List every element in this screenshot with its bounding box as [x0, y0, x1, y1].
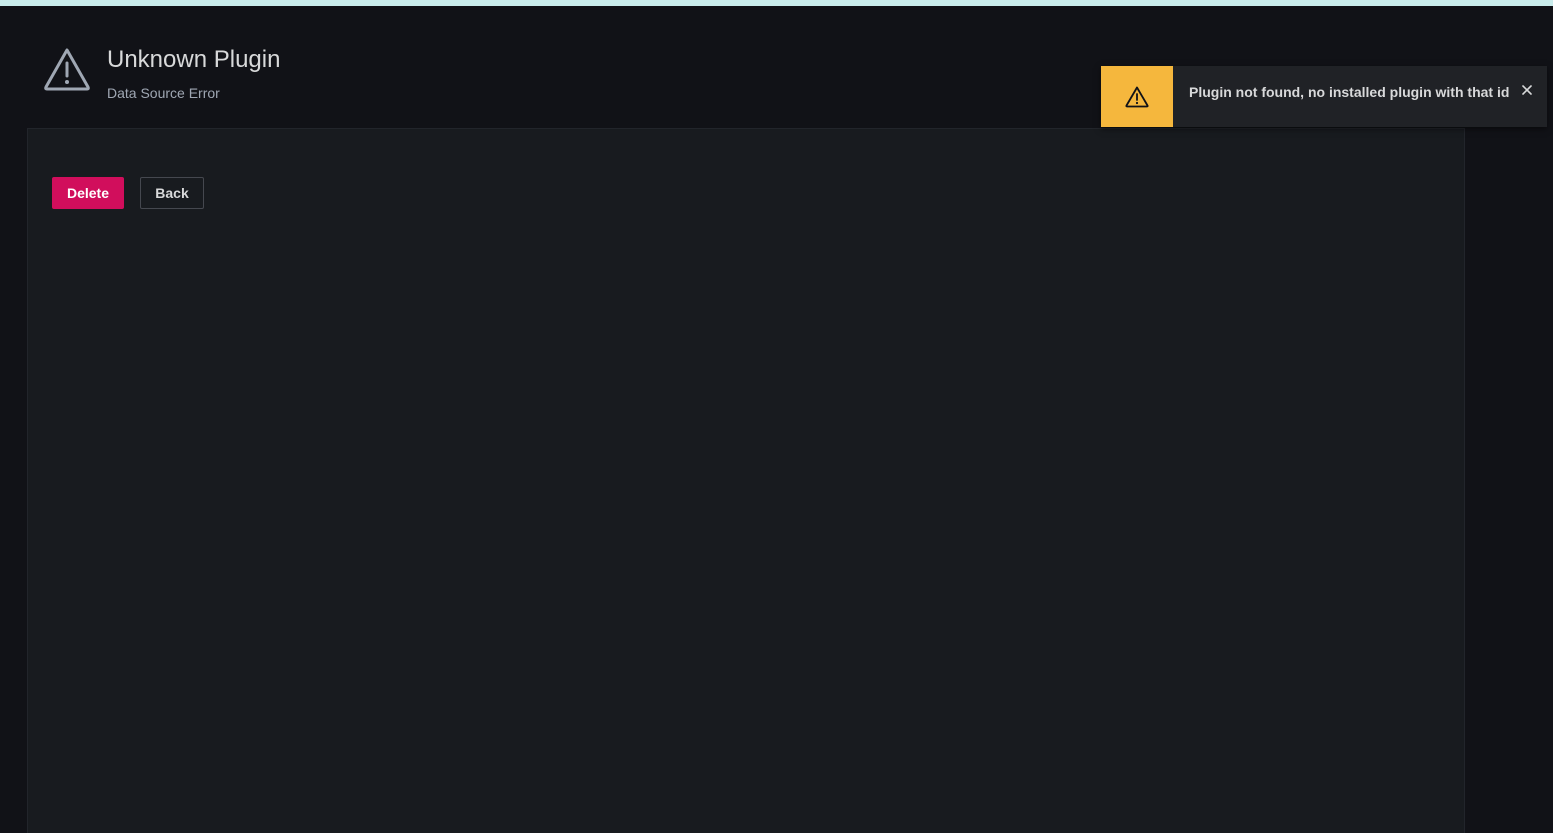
page-subtitle: Data Source Error [107, 85, 220, 101]
alert-toast: Plugin not found, no installed plugin wi… [1101, 66, 1547, 127]
close-icon[interactable] [1519, 82, 1535, 98]
page-title: Unknown Plugin [107, 46, 281, 73]
toast-icon-box [1101, 66, 1173, 127]
content-panel: Delete Back [27, 128, 1465, 833]
exclamation-triangle-icon [43, 46, 91, 94]
toast-message: Plugin not found, no installed plugin wi… [1189, 84, 1510, 100]
back-button[interactable]: Back [140, 177, 204, 209]
delete-button[interactable]: Delete [52, 177, 124, 209]
